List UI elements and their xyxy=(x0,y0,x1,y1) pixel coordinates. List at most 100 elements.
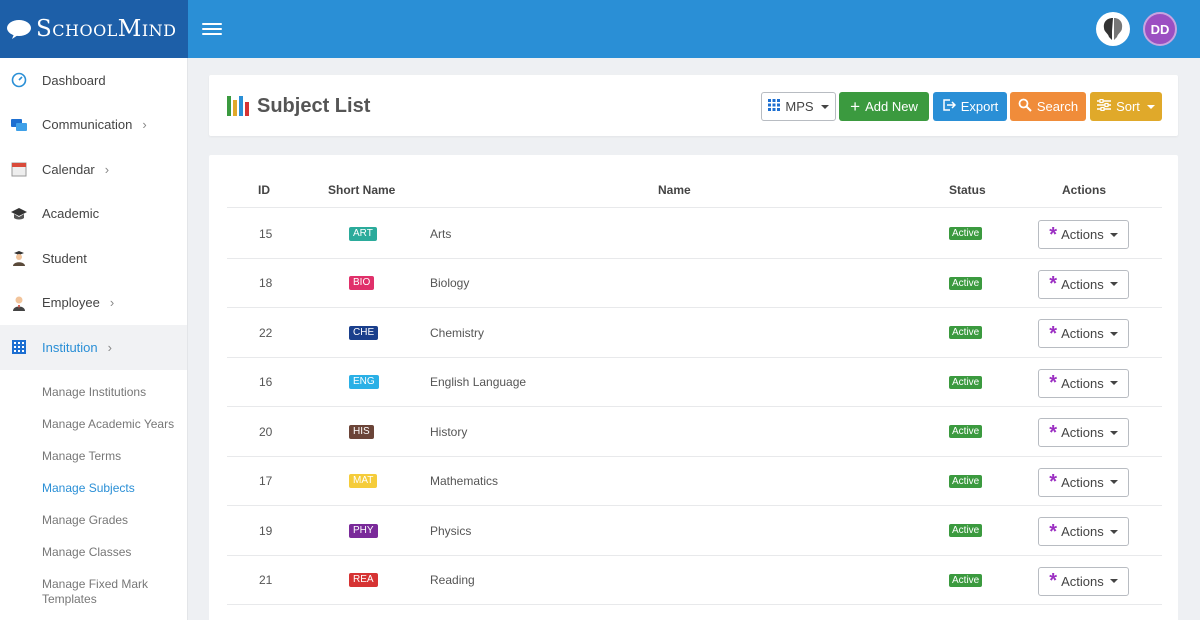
short-name-cell: MAT xyxy=(349,457,378,507)
sort-label: Sort xyxy=(1116,99,1140,114)
employee-icon xyxy=(10,294,28,312)
short-name-cell: CHE xyxy=(349,308,379,358)
actions-label: Actions xyxy=(1061,326,1104,341)
sidebar-subitem-manage-fixed-mark-templates[interactable]: Manage Fixed Mark Templates xyxy=(0,568,187,616)
asterisk-icon: * xyxy=(1049,372,1058,394)
actions-label: Actions xyxy=(1061,425,1104,440)
short-name-cell: REA xyxy=(349,556,378,606)
add-new-button[interactable]: + Add New xyxy=(839,92,929,121)
short-name-cell: PHY xyxy=(349,506,378,556)
subject-id: 20 xyxy=(259,424,273,439)
short-name-badge: BIO xyxy=(349,276,375,291)
sidebar-item-calendar[interactable]: Calendar › xyxy=(0,147,187,192)
column-header-id[interactable]: ID xyxy=(258,183,270,197)
status-badge: Active xyxy=(949,524,983,538)
actions-dropdown-button[interactable]: * Actions xyxy=(1038,319,1129,348)
actions-dropdown-button[interactable]: * Actions xyxy=(1038,566,1129,596)
status-badge: Active xyxy=(949,425,983,439)
chat-icon xyxy=(10,116,28,134)
chevron-right-icon: › xyxy=(107,339,112,355)
sidebar-subitem-manage-grades[interactable]: Manage Grades xyxy=(0,504,187,536)
status-badge: Active xyxy=(949,326,983,340)
actions-dropdown-button[interactable]: * Actions xyxy=(1038,368,1129,398)
status-cell: Active xyxy=(949,308,983,358)
sidebar-subitem-manage-terms[interactable]: Manage Terms xyxy=(0,440,187,472)
subject-name: Reading xyxy=(430,573,475,588)
short-name-badge: CHE xyxy=(349,325,379,340)
status-cell: Active xyxy=(949,457,983,507)
short-name-cell: ART xyxy=(349,209,377,259)
short-name-cell: ENG xyxy=(349,358,379,408)
sidebar-item-communication[interactable]: Communication › xyxy=(0,103,187,148)
search-icon xyxy=(1018,98,1032,115)
mps-dropdown-button[interactable]: MPS xyxy=(761,92,836,121)
brand-name: SchoolMind xyxy=(36,16,177,42)
subject-id: 16 xyxy=(259,375,273,390)
actions-dropdown-button[interactable]: * Actions xyxy=(1038,220,1129,249)
menu-toggle-icon[interactable] xyxy=(202,20,222,38)
sidebar-subitem-manage-academic-years[interactable]: Manage Academic Years xyxy=(0,408,187,440)
search-button[interactable]: Search xyxy=(1010,92,1086,121)
status-badge: Active xyxy=(949,227,983,241)
sidebar-item-employee[interactable]: Employee › xyxy=(0,281,187,326)
status-cell: Active xyxy=(949,506,983,556)
sidebar-item-student[interactable]: Student xyxy=(0,236,187,281)
export-button[interactable]: Export xyxy=(933,92,1007,121)
subject-name: Arts xyxy=(430,226,452,241)
status-cell: Active xyxy=(949,556,983,606)
subject-id: 17 xyxy=(259,474,273,489)
actions-dropdown-button[interactable]: * Actions xyxy=(1038,269,1129,299)
short-name-badge: ART xyxy=(349,226,377,241)
table-row: 16 ENG English Language Active * Actions xyxy=(227,358,1162,408)
search-label: Search xyxy=(1036,99,1079,114)
top-bar: SchoolMind DD xyxy=(0,0,1200,58)
sort-dropdown-button[interactable]: Sort xyxy=(1090,92,1162,121)
user-avatar[interactable]: DD xyxy=(1143,12,1177,46)
sidebar-item-institution[interactable]: Institution › xyxy=(0,325,187,370)
column-header-status[interactable]: Status xyxy=(949,183,986,197)
sidebar-subitem-manage-subjects[interactable]: Manage Subjects xyxy=(0,472,187,504)
short-name-badge: MAT xyxy=(349,474,378,489)
mps-label: MPS xyxy=(785,99,814,114)
sidebar-item-dashboard[interactable]: Dashboard xyxy=(0,58,187,103)
sliders-icon xyxy=(1097,98,1112,114)
actions-dropdown-button[interactable]: * Actions xyxy=(1038,418,1129,447)
asterisk-icon: * xyxy=(1049,520,1058,543)
institution-logo-icon[interactable] xyxy=(1096,12,1130,46)
page-title: Subject List xyxy=(257,95,371,117)
brain-logo-icon xyxy=(4,16,34,42)
export-label: Export xyxy=(960,99,999,114)
actions-label: Actions xyxy=(1061,474,1104,490)
asterisk-icon: * xyxy=(1049,421,1058,444)
sidebar-item-academic[interactable]: Academic xyxy=(0,192,187,237)
subject-name: Chemistry xyxy=(430,325,485,340)
asterisk-icon: * xyxy=(1049,223,1058,246)
caret-down-icon xyxy=(1109,232,1118,237)
actions-label: Actions xyxy=(1061,524,1104,539)
status-cell: Active xyxy=(949,209,983,259)
actions-dropdown-button[interactable]: * Actions xyxy=(1038,517,1129,546)
table-row: 19 PHY Physics Active * Actions xyxy=(227,506,1162,556)
subject-name: History xyxy=(430,424,468,439)
table-row: 17 MAT Mathematics Active * Actions xyxy=(227,457,1162,507)
status-cell: Active xyxy=(949,358,983,408)
building-icon xyxy=(10,338,28,356)
brand[interactable]: SchoolMind xyxy=(0,0,188,58)
actions-label: Actions xyxy=(1061,276,1104,292)
sidebar-subitem-manage-classes[interactable]: Manage Classes xyxy=(0,536,187,568)
table-header: ID Short Name Name Status Actions xyxy=(227,155,1162,208)
subject-table: ID Short Name Name Status Actions 15 ART… xyxy=(209,155,1178,620)
subject-id: 18 xyxy=(259,276,273,291)
subject-name: Biology xyxy=(430,276,470,291)
subject-name: English Language xyxy=(430,375,527,390)
caret-down-icon xyxy=(1109,579,1118,583)
short-name-badge: ENG xyxy=(349,375,379,390)
chevron-right-icon: › xyxy=(104,161,110,177)
asterisk-icon: * xyxy=(1049,322,1058,345)
sidebar-item-label: Calendar xyxy=(42,161,95,177)
sidebar-subitem-manage-institutions[interactable]: Manage Institutions xyxy=(0,376,187,408)
column-header-name[interactable]: Name xyxy=(658,183,691,197)
actions-dropdown-button[interactable]: * Actions xyxy=(1038,467,1129,497)
column-header-short-name[interactable]: Short Name xyxy=(328,183,395,197)
asterisk-icon: * xyxy=(1049,273,1058,295)
